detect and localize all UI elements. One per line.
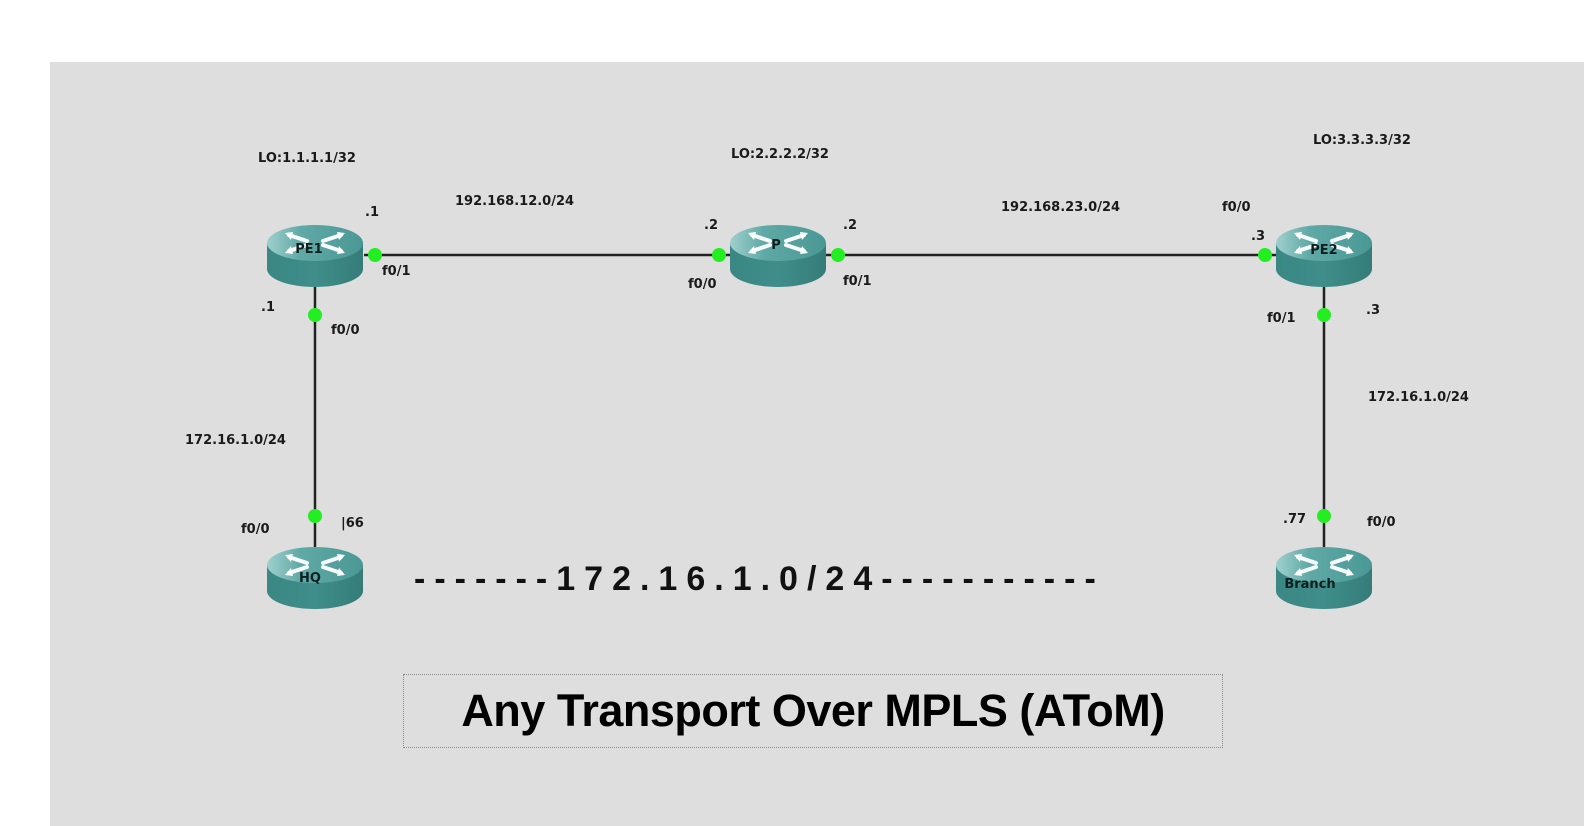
ip-label-pe2-f0-1: .3 bbox=[1366, 303, 1380, 318]
if-label-p-f0-1: f0/1 bbox=[843, 274, 872, 289]
interface-p-f0-0[interactable] bbox=[712, 248, 726, 262]
interface-pe2-f0-1[interactable] bbox=[1317, 308, 1331, 322]
router-label: HQ bbox=[299, 571, 321, 586]
subnet-label-p-pe2: 192.168.23.0/24 bbox=[1001, 200, 1120, 215]
ip-label-hq-f0-0: |66 bbox=[341, 516, 364, 531]
diagram-title: Any Transport Over MPLS (AToM) bbox=[461, 685, 1165, 736]
interface-branch-f0-0[interactable] bbox=[1317, 509, 1331, 523]
if-label-pe2-f0-0: f0/0 bbox=[1222, 200, 1251, 215]
router-p[interactable]: P bbox=[728, 223, 828, 289]
loopback-label-p: LO:2.2.2.2/32 bbox=[731, 147, 829, 162]
ip-label-pe1-f0-1: .1 bbox=[365, 205, 379, 220]
router-label: PE2 bbox=[1310, 243, 1337, 258]
interface-pe1-f0-0[interactable] bbox=[308, 308, 322, 322]
subnet-label-pe1-hq: 172.16.1.0/24 bbox=[185, 433, 286, 448]
pseudowire-label: -------172.16.1.0/24----------- bbox=[414, 560, 1105, 598]
if-label-branch-f0-0: f0/0 bbox=[1367, 515, 1396, 530]
if-label-p-f0-0: f0/0 bbox=[688, 277, 717, 292]
interface-p-f0-1[interactable] bbox=[831, 248, 845, 262]
ip-label-p-f0-0: .2 bbox=[704, 218, 718, 233]
if-label-pe1-f0-0: f0/0 bbox=[331, 323, 360, 338]
router-hq[interactable]: HQ bbox=[265, 545, 365, 611]
router-pe1[interactable]: PE1 bbox=[265, 223, 365, 289]
router-label: PE1 bbox=[295, 242, 322, 257]
loopback-label-pe1: LO:1.1.1.1/32 bbox=[258, 151, 356, 166]
if-label-pe2-f0-1: f0/1 bbox=[1267, 311, 1296, 326]
interface-pe1-f0-1[interactable] bbox=[368, 248, 382, 262]
interface-pe2-f0-0[interactable] bbox=[1258, 248, 1272, 262]
if-label-hq-f0-0: f0/0 bbox=[241, 522, 270, 537]
ip-label-pe2-f0-0: .3 bbox=[1251, 229, 1265, 244]
diagram-title-box[interactable]: Any Transport Over MPLS (AToM) bbox=[403, 674, 1223, 748]
ip-label-branch-f0-0: .77 bbox=[1283, 512, 1306, 527]
if-label-pe1-f0-1: f0/1 bbox=[382, 264, 411, 279]
loopback-label-pe2: LO:3.3.3.3/32 bbox=[1313, 133, 1411, 148]
router-label: P bbox=[771, 238, 781, 253]
ip-label-p-f0-1: .2 bbox=[843, 218, 857, 233]
router-label: Branch bbox=[1284, 577, 1335, 592]
router-icon bbox=[728, 223, 828, 289]
router-branch[interactable]: Branch bbox=[1274, 545, 1374, 611]
subnet-label-pe2-branch: 172.16.1.0/24 bbox=[1368, 390, 1469, 405]
ip-label-pe1-f0-0: .1 bbox=[261, 300, 275, 315]
router-pe2[interactable]: PE2 bbox=[1274, 223, 1374, 289]
interface-hq-f0-0[interactable] bbox=[308, 509, 322, 523]
subnet-label-pe1-p: 192.168.12.0/24 bbox=[455, 194, 574, 209]
